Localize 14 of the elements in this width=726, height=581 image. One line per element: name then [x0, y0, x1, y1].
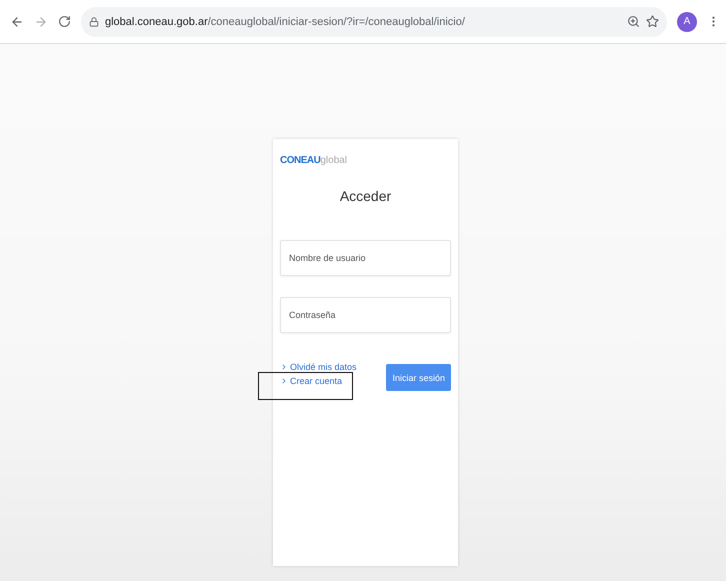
address-bar[interactable]: global.coneau.gob.ar/coneauglobal/iniciar-sesion/?ir=/coneauglobal/inicio/ — [81, 6, 667, 36]
star-icon[interactable] — [646, 15, 659, 28]
reload-icon[interactable] — [58, 15, 71, 28]
profile-avatar[interactable]: A — [677, 12, 697, 32]
logo: CONEAUglobal — [280, 155, 348, 166]
account-link[interactable]: Crear cuenta — [280, 376, 357, 386]
input-field[interactable]: Contraseña — [280, 297, 451, 333]
input-field[interactable]: Nombre de usuario — [280, 240, 451, 276]
lock-icon — [89, 16, 99, 26]
back-icon[interactable] — [10, 14, 24, 28]
zoom-icon[interactable] — [627, 15, 640, 28]
account-link[interactable]: Olvidé mis datos — [280, 362, 357, 372]
login-button[interactable]: Iniciar sesión — [386, 364, 451, 391]
login-title: Acceder — [338, 188, 392, 204]
